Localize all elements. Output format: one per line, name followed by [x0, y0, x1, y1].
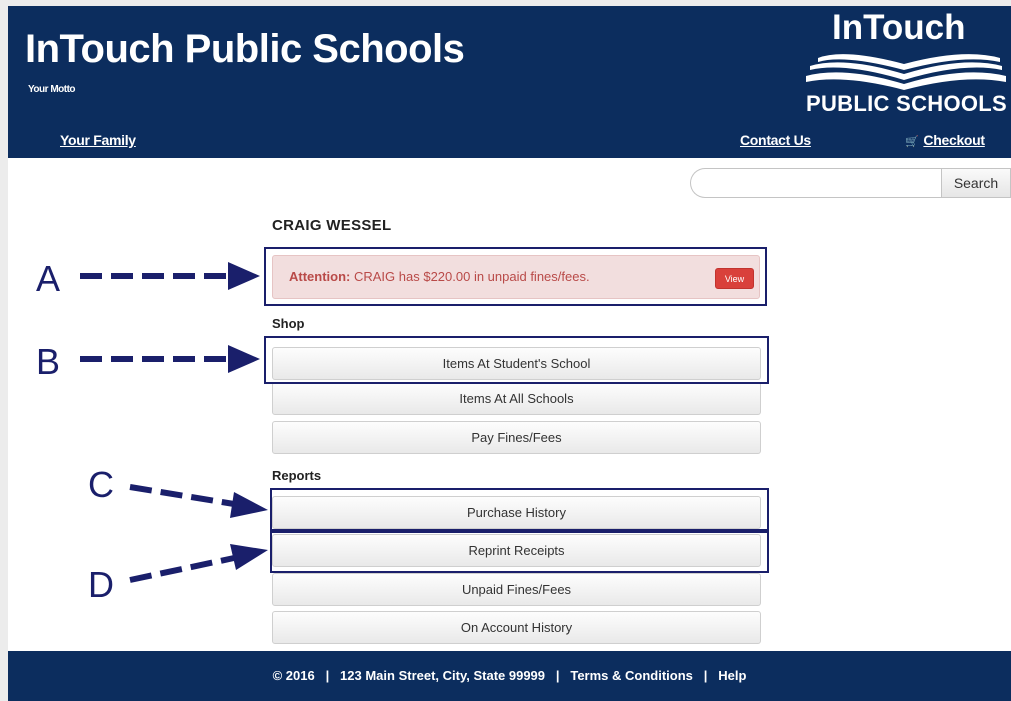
footer-separator: | — [703, 668, 708, 683]
arrowhead-c — [230, 492, 268, 518]
arrow-c — [129, 484, 235, 507]
annotation-arrows — [80, 262, 268, 583]
arrow-d — [129, 555, 235, 583]
footer-separator: | — [555, 668, 560, 683]
arrowhead-b — [228, 345, 260, 373]
arrowhead-a — [228, 262, 260, 290]
footer-terms-link[interactable]: Terms & Conditions — [570, 668, 693, 683]
footer-text: © 2016 | 123 Main Street, City, State 99… — [8, 668, 1011, 683]
footer-copyright: © 2016 — [272, 668, 315, 683]
footer-address: 123 Main Street, City, State 99999 — [340, 668, 546, 683]
page: InTouch Public Schools Your Motto InTouc… — [8, 6, 1011, 701]
footer-separator: | — [325, 668, 330, 683]
footer-help-link[interactable]: Help — [718, 668, 746, 683]
arrowhead-d — [230, 544, 268, 570]
site-footer: © 2016 | 123 Main Street, City, State 99… — [8, 651, 1011, 701]
